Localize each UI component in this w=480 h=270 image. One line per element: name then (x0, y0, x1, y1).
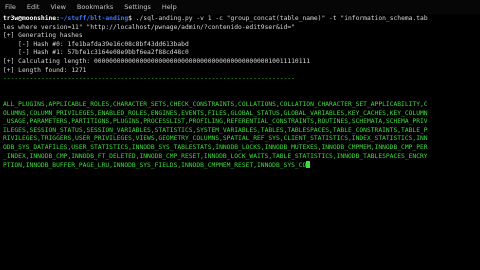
command-continuation: les where version=11" "http://localhost/… (3, 23, 295, 31)
output-length-calc: [+] Calculating length: 0000000000000000… (3, 57, 311, 65)
result-line-text: PTION,INNODB_BUFFER_PAGE_LRU,INNODB_SYS_… (3, 162, 307, 170)
command-text: ./sql-anding.py -v 1 -c "group_concat(ta… (131, 15, 428, 22)
command-line: tr3w@moonshine:~/stuff/blt-anding$ ./sql… (3, 15, 477, 24)
menu-help[interactable]: Help (162, 3, 177, 11)
output-hash-0: [-] Hash #0: 1fe1bafda39e16c08c8bf43dd61… (3, 40, 189, 48)
menu-edit[interactable]: Edit (27, 3, 40, 11)
output-divider: ----------------------------------------… (3, 75, 295, 83)
result-line: ILEGES,SESSION_STATUS,SESSION_VARIABLES,… (3, 126, 428, 134)
output-generating: [+] Generating hashes (3, 32, 83, 40)
result-line: _INDEX,INNODB_CMP,INNODB_FT_DELETED,INNO… (3, 152, 428, 160)
result-line: ALL_PLUGINS,APPLICABLE_ROLES,CHARACTER_S… (3, 100, 428, 108)
menu-bar: File Edit View Bookmarks Settings Help (0, 0, 480, 14)
terminal-window: File Edit View Bookmarks Settings Help t… (0, 0, 480, 270)
result-line: ODB_SYS_DATAFILES,USER_STATISTICS,INNODB… (3, 143, 428, 151)
result-line: OLUMNS,COLUMN_PRIVILEGES,ENABLED_ROLES,E… (3, 109, 428, 117)
output-hash-1: [-] Hash #1: 57bfe1c3164e08e9bbf6ea2f88c… (3, 49, 189, 57)
prompt-path: ~/stuff/blt-anding (59, 15, 129, 22)
text-cursor (306, 161, 311, 169)
menu-settings[interactable]: Settings (124, 3, 151, 11)
result-line-last: PTION,INNODB_BUFFER_PAGE_LRU,INNODB_SYS_… (3, 161, 477, 171)
output-length-found: [+] Length found: 1271 (3, 66, 87, 74)
menu-view[interactable]: View (50, 3, 65, 11)
result-line: RIVILEGES,TRIGGERS,USER_PRIVILEGES,VIEWS… (3, 135, 428, 143)
terminal-output[interactable]: tr3w@moonshine:~/stuff/blt-anding$ ./sql… (3, 15, 477, 269)
result-line: _USAGE,PARAMETERS,PARTITIONS,PLUGINS,PRO… (3, 118, 428, 126)
menu-bookmarks[interactable]: Bookmarks (77, 3, 113, 11)
prompt-user: tr3w@moonshine (3, 15, 57, 22)
menu-file[interactable]: File (5, 3, 16, 11)
